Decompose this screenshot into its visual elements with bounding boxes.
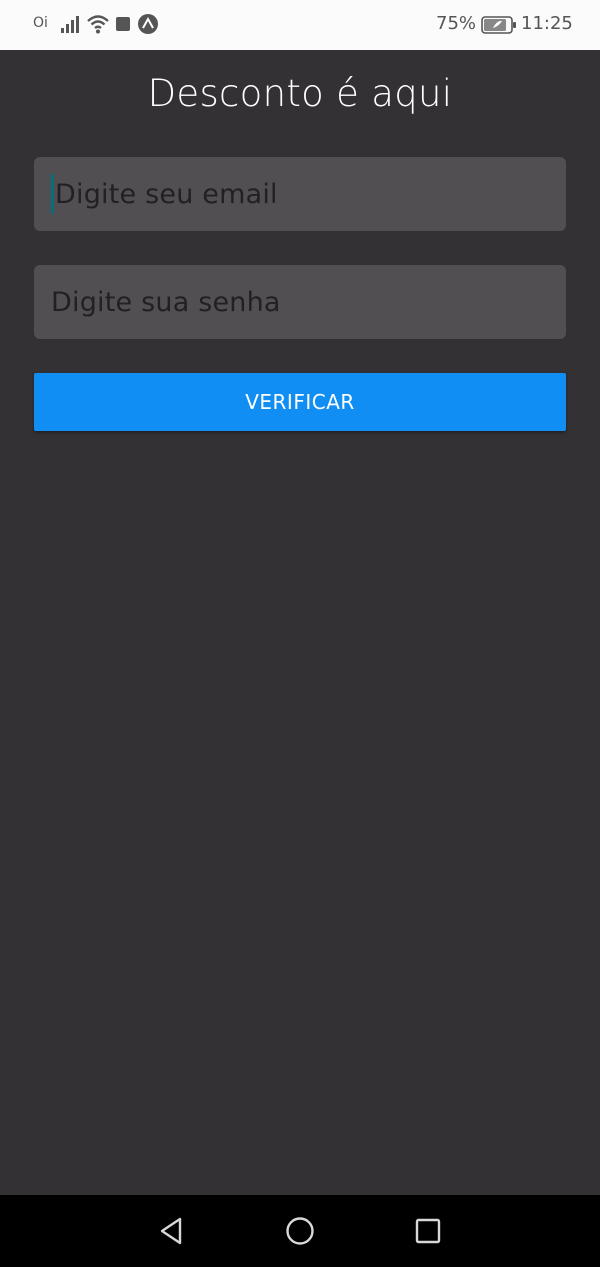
home-icon[interactable] [284,1215,316,1247]
wifi-icon [86,13,110,40]
email-field[interactable]: Digite seu email [34,157,566,231]
screen: Oi 75% 11:25 Desconto é aqui Digite seu … [0,0,600,1267]
verify-button[interactable]: VERIFICAR [34,373,566,431]
password-placeholder: Digite sua senha [51,286,281,318]
recents-icon[interactable] [412,1215,444,1247]
status-bar: Oi 75% 11:25 [0,0,600,50]
page-title: Desconto é aqui [147,72,453,115]
text-caret [51,174,54,214]
battery-percent: 75% [436,13,477,34]
battery-icon [481,16,517,39]
signal-icon [60,14,82,39]
navigation-bar [0,1195,600,1267]
expo-app-icon [138,14,158,34]
password-field[interactable]: Digite sua senha [34,265,566,339]
back-icon[interactable] [156,1215,188,1247]
notification-square-icon [116,17,130,31]
status-clock: 11:25 [521,13,573,34]
carrier-label: Oi [33,15,48,31]
email-placeholder: Digite seu email [55,178,278,210]
